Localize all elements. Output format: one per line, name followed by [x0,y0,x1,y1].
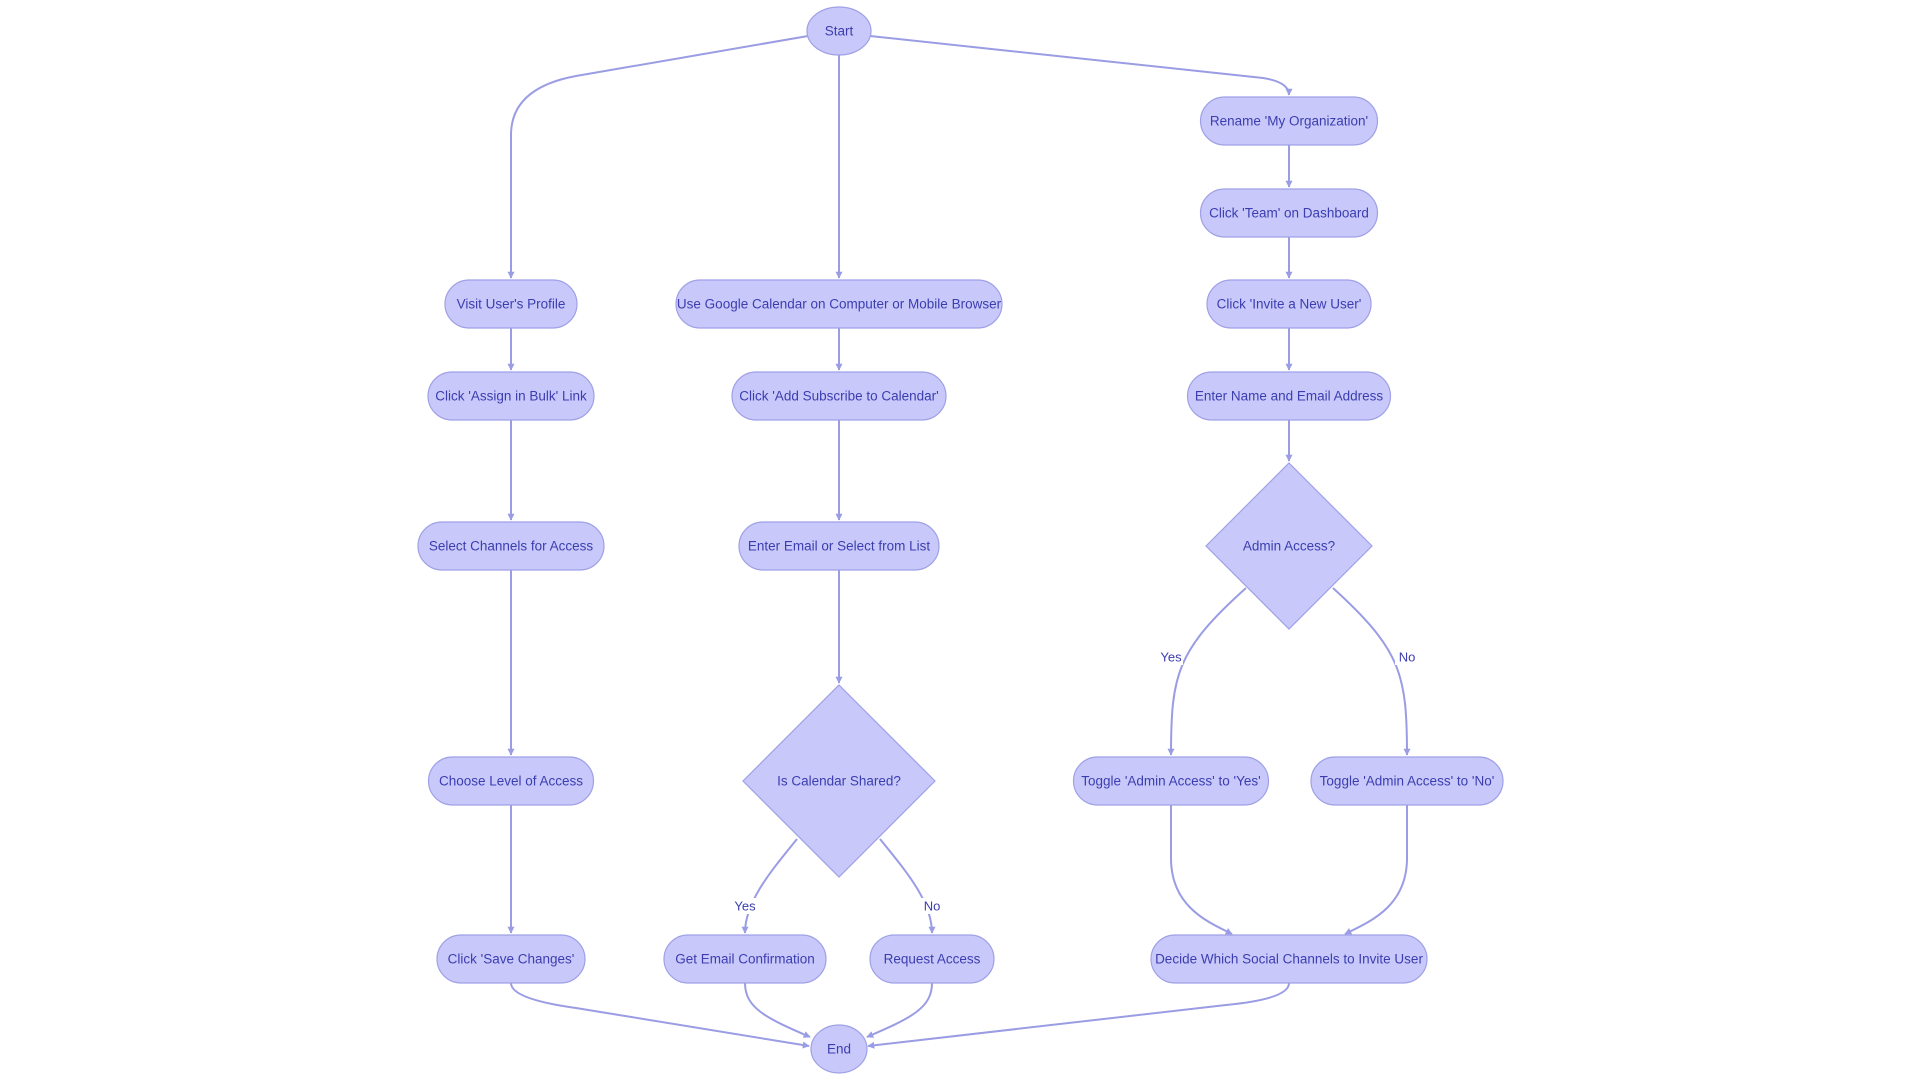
node-label: Click 'Invite a New User' [1217,297,1362,312]
node-use-gcal[interactable]: Use Google Calendar on Computer or Mobil… [675,279,1003,329]
node-label: Click 'Add Subscribe to Calendar' [739,389,939,404]
node-label: End [827,1042,851,1057]
node-label: Start [825,24,854,39]
edge-label-yes: Yes [1160,650,1182,665]
node-label: Use Google Calendar on Computer or Mobil… [677,297,1002,312]
node-click-team[interactable]: Click 'Team' on Dashboard [1199,188,1379,238]
node-label: Enter Name and Email Address [1195,389,1384,404]
nodes-layer: Start Visit User's Profile Click 'Assign i… [417,6,1504,1074]
node-visit-profile[interactable]: Visit User's Profile [444,279,578,329]
node-label: Visit User's Profile [457,297,566,312]
node-rename-org[interactable]: Rename 'My Organization' [1199,96,1379,146]
edge-email-confirm-to-end [744,982,811,1038]
node-end[interactable]: End [810,1024,868,1074]
node-toggle-no[interactable]: Toggle 'Admin Access' to 'No' [1310,756,1504,806]
node-label: Click 'Save Changes' [448,952,575,967]
edge-label-no: No [1399,650,1416,665]
node-label: Toggle 'Admin Access' to 'No' [1320,774,1495,789]
edge-toggle-yes-to-decide-social [1170,805,1233,935]
node-label: Toggle 'Admin Access' to 'Yes' [1081,774,1260,789]
node-enter-email-list[interactable]: Enter Email or Select from List [738,521,940,571]
node-label: Rename 'My Organization' [1210,114,1368,129]
node-label: Select Channels for Access [429,539,594,554]
node-label: Choose Level of Access [439,774,583,789]
node-toggle-yes[interactable]: Toggle 'Admin Access' to 'Yes' [1072,756,1270,806]
node-label: Enter Email or Select from List [748,539,931,554]
edge-start-to-rename-org [869,35,1293,96]
node-select-channels[interactable]: Select Channels for Access [417,521,605,571]
edge-request-access-to-end [866,982,933,1038]
edge-label-no: No [924,899,941,914]
node-label: Admin Access? [1243,539,1335,554]
node-label: Click 'Assign in Bulk' Link [435,389,587,404]
node-add-subscribe[interactable]: Click 'Add Subscribe to Calendar' [731,371,947,421]
edge-start-to-visit-profile [507,35,809,279]
node-start[interactable]: Start [806,6,872,56]
edge-toggle-no-to-decide-social [1344,805,1408,935]
node-label: Get Email Confirmation [675,952,815,967]
node-choose-level[interactable]: Choose Level of Access [427,756,595,806]
edge-is-shared-to-request-access [879,838,936,934]
node-label: Click 'Team' on Dashboard [1209,206,1369,221]
node-admin-access[interactable]: Admin Access? [1205,462,1373,630]
edge-is-shared-to-email-confirm [741,838,798,934]
node-enter-name-email[interactable]: Enter Name and Email Address [1186,371,1392,421]
node-invite-user[interactable]: Click 'Invite a New User' [1206,279,1372,329]
edge-admin-access-to-toggle-yes [1167,587,1247,756]
node-decide-social[interactable]: Decide Which Social Channels to Invite U… [1150,934,1428,984]
node-label: Decide Which Social Channels to Invite U… [1155,952,1423,967]
node-email-confirm[interactable]: Get Email Confirmation [663,934,827,984]
node-assign-bulk[interactable]: Click 'Assign in Bulk' Link [427,371,595,421]
edge-admin-access-to-toggle-no [1332,587,1411,756]
edge-label-yes: Yes [734,899,756,914]
node-request-access[interactable]: Request Access [869,934,995,984]
node-label: Request Access [884,952,981,967]
node-save-changes[interactable]: Click 'Save Changes' [436,934,586,984]
node-is-shared[interactable]: Is Calendar Shared? [742,684,936,878]
flowchart-canvas: Yes No Yes No Start Visit User's Profile Clic… [417,6,1504,1074]
node-label: Is Calendar Shared? [777,774,901,789]
